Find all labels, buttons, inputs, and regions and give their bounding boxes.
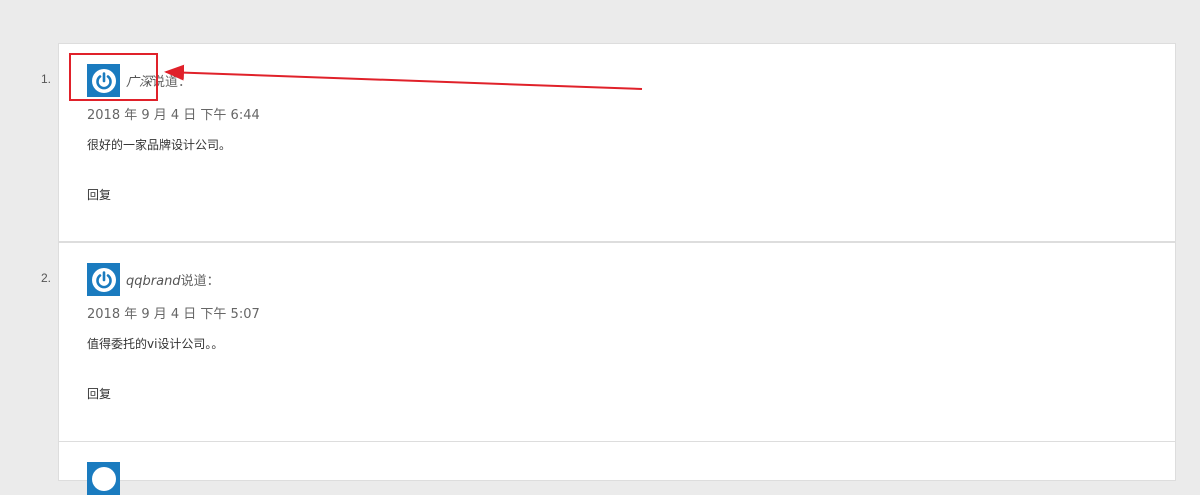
comment-item: qqbrand说道： 2018 年 9 月 4 日 下午 5:07 值得委托的v… [58,242,1176,442]
said-label: 说道： [180,274,220,289]
comment-item [58,441,1176,495]
reply-link[interactable]: 回复 [87,186,111,203]
comment-list: 1. 2. 广深说道： 2018 年 9 月 4 日 下午 6:44 很好的一家… [0,0,1200,495]
avatar[interactable] [87,64,120,97]
comment-date-link[interactable]: 2018 年 9 月 4 日 下午 6:44 [87,104,260,123]
comment-number: 2. [41,271,52,285]
power-icon [91,68,116,93]
reply-link[interactable]: 回复 [87,385,111,402]
said-label: 说道： [152,75,192,90]
comment-author[interactable]: qqbrand [126,274,181,289]
comment-author[interactable]: 广深 [126,75,152,90]
comment-author-line: 广深说道： [126,71,191,90]
comment-author-line: qqbrand说道： [126,270,220,289]
comment-text: 值得委托的vi设计公司。。 [87,337,224,351]
comment-date-link[interactable]: 2018 年 9 月 4 日 下午 5:07 [87,303,260,322]
comment-number: 1. [41,72,52,86]
power-icon [91,267,116,292]
power-icon [91,466,116,491]
avatar[interactable] [87,263,120,296]
comment-text: 很好的一家品牌设计公司。 [87,138,232,152]
comment-item: 广深说道： 2018 年 9 月 4 日 下午 6:44 很好的一家品牌设计公司… [58,43,1176,242]
